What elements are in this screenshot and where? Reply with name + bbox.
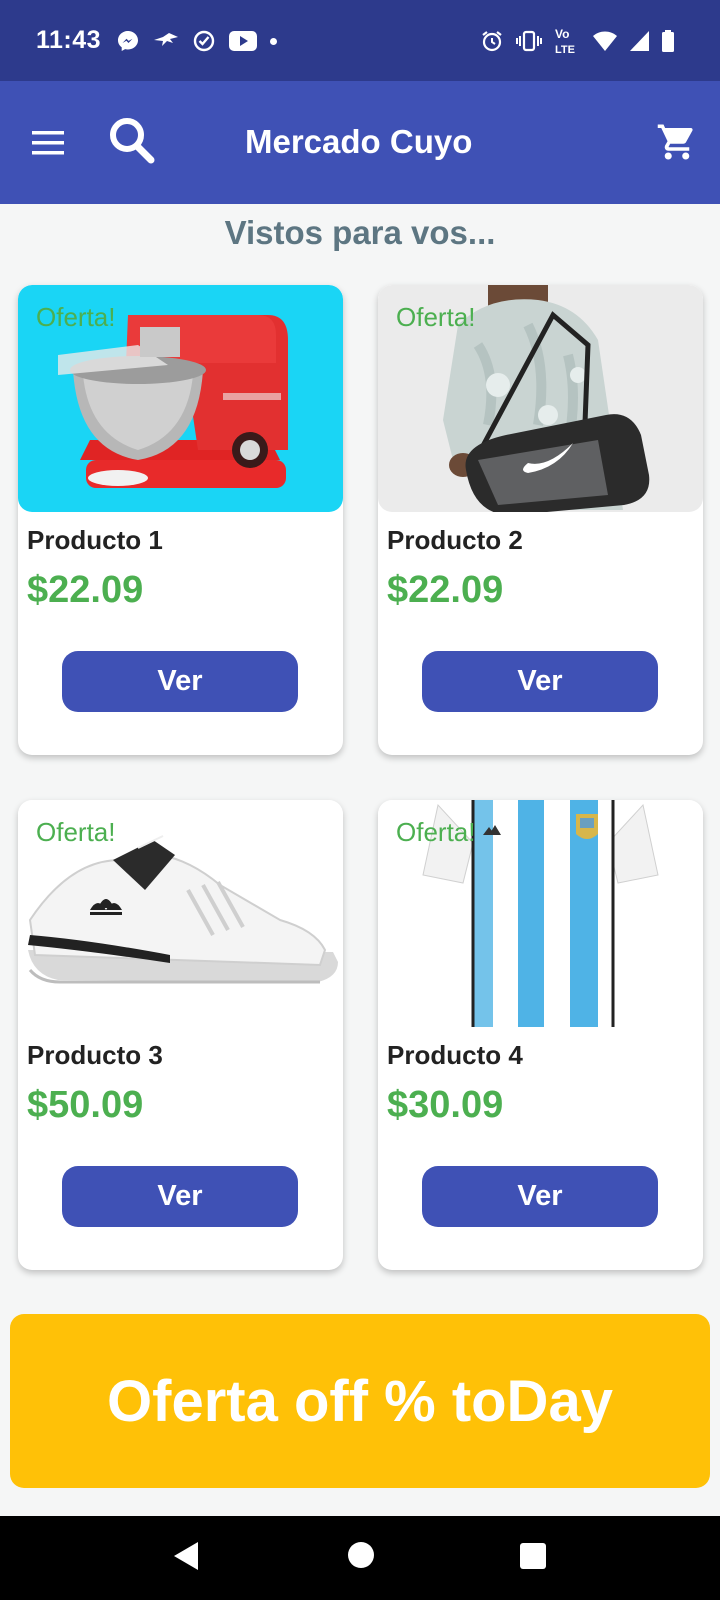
menu-icon[interactable] [29,126,69,160]
view-button[interactable]: Ver [422,1166,658,1227]
app-bar: Mercado Cuyo [0,81,720,204]
product-card[interactable]: Oferta! Producto 4 $30.09 Ver [378,800,703,1270]
product-name: Producto 3 [27,1040,163,1070]
product-name: Producto 2 [387,525,523,555]
product-price: $22.09 [27,569,144,611]
svg-text:LTE: LTE [555,44,575,56]
search-icon[interactable] [106,115,158,167]
view-button[interactable]: Ver [422,651,658,712]
back-icon[interactable] [172,1540,200,1572]
dot-icon [270,37,277,45]
product-name: Producto 4 [387,1040,523,1070]
offer-badge: Oferta! [36,302,116,332]
offer-badge: Oferta! [396,817,476,847]
status-time: 11:43 [36,26,102,54]
product-card[interactable]: Oferta! Producto 2 $22.09 Ver [378,285,703,755]
svg-text:Vo: Vo [555,27,569,41]
youtube-icon [229,31,257,51]
section-title: Vistos para vos... [224,214,496,251]
system-nav-bar [0,1516,720,1600]
product-card[interactable]: Oferta! Producto 1 $22.09 Ver [18,285,343,755]
notification-icons [116,26,277,56]
check-circle-icon [193,30,215,52]
messenger-icon [118,31,138,51]
home-icon[interactable] [348,1542,374,1568]
wifi-icon [593,31,617,51]
bird-app-icon [154,33,178,46]
product-price: $30.09 [387,1084,504,1126]
signal-icon [630,31,649,51]
alarm-icon [482,31,502,52]
system-icons: Vo LTE [480,24,674,58]
recents-icon[interactable] [520,1543,546,1569]
offer-banner[interactable]: Oferta off % toDay [10,1314,710,1488]
cart-icon[interactable] [656,121,698,163]
product-price: $50.09 [27,1084,144,1126]
volte-icon: Vo LTE [555,27,575,56]
product-name: Producto 1 [27,525,163,555]
app-title: Mercado Cuyo [245,123,473,160]
view-button[interactable]: Ver [62,1166,298,1227]
vibrate-icon [516,30,542,52]
product-card[interactable]: Oferta! Producto 3 $50.09 Ver [18,800,343,1270]
battery-icon [662,30,674,52]
product-price: $22.09 [387,569,504,611]
view-button[interactable]: Ver [62,651,298,712]
offer-badge: Oferta! [36,817,116,847]
status-bar: 11:43 Vo LTE [0,0,720,81]
offer-badge: Oferta! [396,302,476,332]
